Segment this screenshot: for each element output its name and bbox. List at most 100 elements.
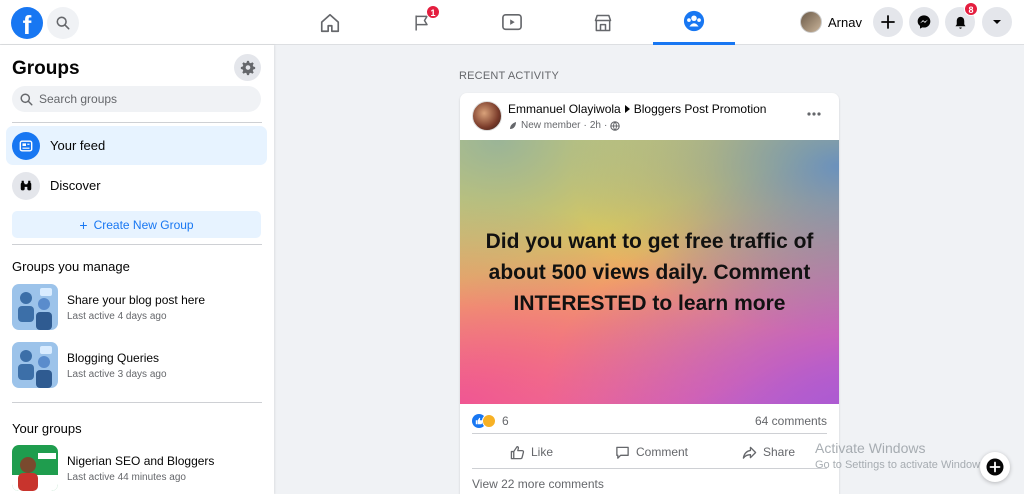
group-last-active: Last active 44 minutes ago [67, 471, 186, 483]
post-time[interactable]: 2h [590, 120, 601, 131]
feed-icon [12, 131, 40, 160]
sidebar-item-label: Your feed [50, 138, 106, 153]
new-message-button[interactable] [980, 452, 1010, 482]
group-thumbnail [12, 342, 58, 388]
globe-icon [610, 120, 621, 131]
new-member-icon [510, 121, 516, 129]
separator-dot: · [583, 120, 587, 131]
create-new-group-label: Create New Group [93, 217, 194, 232]
post-options-button[interactable] [803, 107, 825, 121]
avatar[interactable] [472, 101, 502, 131]
tab-groups[interactable] [653, 0, 735, 45]
messenger-icon [917, 15, 931, 29]
post-background-image[interactable]: Did you want to get free traffic of abou… [460, 140, 839, 404]
post-card: Emmanuel Olayiwola Bloggers Post Promoti… [460, 93, 839, 494]
post-author-name[interactable]: Emmanuel Olayiwola [508, 102, 621, 116]
group-last-active: Last active 4 days ago [67, 310, 167, 322]
tab-home[interactable] [289, 0, 371, 45]
messenger-button[interactable] [909, 7, 939, 37]
groups-sidebar: Groups Your feed Discover + Create New G… [0, 45, 274, 494]
sidebar-item-label: Discover [50, 178, 101, 193]
group-name: Share your blog post here [67, 292, 206, 307]
home-icon [320, 13, 340, 32]
tab-watch[interactable] [471, 0, 553, 45]
group-info: Blogging Queries Last active 3 days ago [67, 351, 167, 380]
tab-marketplace[interactable] [562, 0, 644, 45]
create-button[interactable] [873, 7, 903, 37]
create-new-group-button[interactable]: + Create New Group [12, 211, 261, 238]
account-menu-button[interactable] [982, 7, 1012, 37]
section-title-groups-you-manage: Groups you manage [12, 259, 130, 274]
post-text: Did you want to get free traffic of abou… [485, 229, 814, 315]
notifications-button[interactable]: 8 [945, 2, 978, 37]
divider [12, 244, 262, 245]
section-title-your-groups: Your groups [12, 421, 82, 436]
notification-badge: 1 [426, 5, 440, 19]
groups-icon [683, 10, 705, 32]
gear-icon [240, 60, 255, 75]
group-item-nigerian-seo[interactable]: Nigerian SEO and Bloggers Last active 44… [12, 445, 262, 491]
thumbs-up-icon [510, 445, 525, 459]
group-item-share-your-blog-post[interactable]: Share your blog post here Last active 4 … [12, 284, 262, 330]
comment-label: Comment [636, 445, 689, 459]
group-thumbnail [12, 445, 58, 491]
search-groups-input[interactable] [39, 92, 239, 106]
reaction-summary[interactable]: 6 [472, 414, 509, 428]
search-icon [56, 16, 70, 30]
care-reaction-icon [482, 414, 496, 428]
group-item-blogging-queries[interactable]: Blogging Queries Last active 3 days ago [12, 342, 262, 388]
sidebar-item-your-feed[interactable]: Your feed [6, 126, 267, 165]
search-groups-field[interactable] [12, 86, 261, 112]
group-info: Share your blog post here Last active 4 … [67, 293, 205, 322]
post-author-line: Emmanuel Olayiwola Bloggers Post Promoti… [508, 102, 766, 116]
like-button[interactable]: Like [510, 441, 553, 463]
like-label: Like [531, 445, 554, 459]
comments-count[interactable]: 64 comments [755, 414, 827, 428]
view-more-comments-link[interactable]: View 22 more comments [472, 477, 604, 491]
divider [12, 402, 262, 403]
more-horizontal-icon [807, 112, 821, 116]
profile-name: Arnav [828, 14, 862, 30]
triangle-right-icon [624, 105, 630, 113]
profile-shortcut[interactable]: Arnav [800, 8, 862, 36]
separator-dot: · [603, 120, 608, 131]
divider [472, 468, 827, 469]
facebook-logo[interactable]: f [11, 7, 43, 39]
post-meta: New member · 2h · [508, 120, 621, 131]
top-navigation-bar: f 1 Arnav 8 [0, 0, 1024, 45]
plus-icon: + [79, 216, 88, 233]
recent-activity-label: RECENT ACTIVITY [459, 70, 559, 82]
bell-icon [955, 16, 965, 29]
binoculars-icon [12, 171, 40, 200]
group-name: Blogging Queries [67, 350, 160, 365]
video-icon [502, 13, 522, 30]
windows-activation-watermark: Activate Windows Go to Settings to activ… [815, 440, 989, 471]
share-icon [742, 446, 757, 459]
watermark-title: Activate Windows [815, 440, 926, 456]
search-button[interactable] [47, 7, 79, 39]
compose-plus-icon [986, 458, 1004, 476]
divider [472, 433, 827, 434]
plus-icon [881, 15, 895, 29]
group-last-active: Last active 3 days ago [67, 368, 167, 380]
caret-down-icon [993, 20, 1001, 24]
share-label: Share [763, 445, 796, 459]
notification-badge: 8 [964, 2, 978, 16]
store-icon [594, 14, 612, 31]
avatar [800, 11, 822, 33]
watermark-subtitle: Go to Settings to activate Windows. [815, 459, 989, 471]
comment-button[interactable]: Comment [615, 441, 688, 463]
reaction-count: 6 [502, 414, 509, 428]
sidebar-item-discover[interactable]: Discover [6, 166, 267, 205]
share-button[interactable]: Share [742, 441, 795, 463]
sidebar-title: Groups [12, 58, 80, 79]
settings-button[interactable] [234, 54, 261, 81]
group-thumbnail [12, 284, 58, 330]
post-group-name[interactable]: Bloggers Post Promotion [634, 102, 767, 116]
group-name: Nigerian SEO and Bloggers [67, 453, 215, 468]
search-icon [20, 92, 33, 106]
reactions-row: 6 64 comments [472, 412, 827, 430]
divider [12, 122, 262, 123]
tab-pages[interactable]: 1 [381, 0, 463, 45]
group-info: Nigerian SEO and Bloggers Last active 44… [67, 454, 214, 483]
